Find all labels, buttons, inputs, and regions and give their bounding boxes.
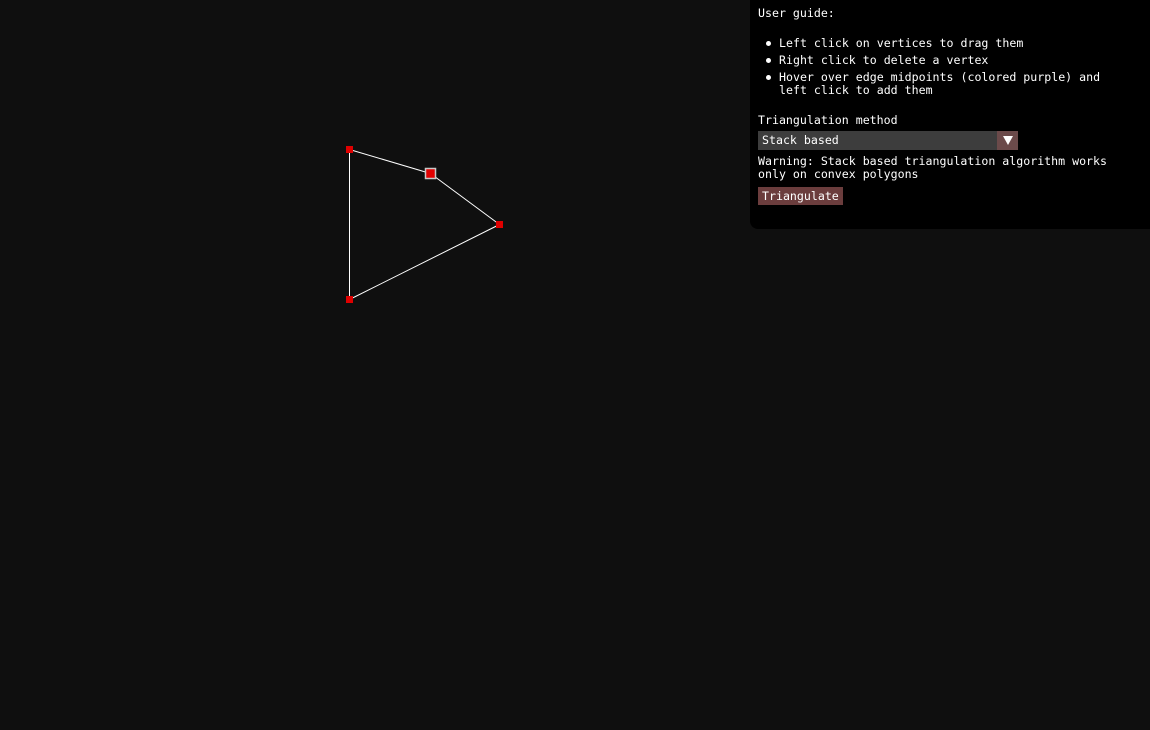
warning-text: Warning: Stack based triangulation algor… <box>758 154 1108 181</box>
polygon-edge <box>430 173 500 225</box>
bullet-icon <box>766 58 771 63</box>
control-panel: User guide: Left click on vertices to dr… <box>750 0 1150 229</box>
guide-item: Right click to delete a vertex <box>758 54 1142 67</box>
dropdown-selected-value: Stack based <box>762 133 839 147</box>
vertex-handle[interactable] <box>346 146 353 153</box>
edge-midpoint-handle[interactable] <box>424 167 437 180</box>
polygon-edge <box>349 149 431 174</box>
polygon-edge <box>349 224 500 300</box>
triangulation-method-label: Triangulation method <box>758 113 898 127</box>
guide-title: User guide: <box>758 6 835 20</box>
triangulation-method-dropdown[interactable]: Stack based <box>758 131 1018 150</box>
guide-item: Left click on vertices to drag them <box>758 37 1142 50</box>
guide-item-text: Right click to delete a vertex <box>779 53 989 67</box>
guide-item: Hover over edge midpoints (colored purpl… <box>758 71 1119 97</box>
guide-list: Left click on vertices to drag them Righ… <box>758 37 1142 97</box>
bullet-icon <box>766 75 771 80</box>
polygon-edges <box>349 149 500 300</box>
bullet-icon <box>766 41 771 46</box>
guide-item-text: Left click on vertices to drag them <box>779 36 1024 50</box>
guide-item-text: Hover over edge midpoints (colored purpl… <box>779 70 1101 97</box>
vertex-handle[interactable] <box>346 296 353 303</box>
chevron-down-icon <box>1002 136 1013 145</box>
polygon-vertices[interactable] <box>346 146 503 303</box>
dropdown-arrow-button[interactable] <box>997 131 1018 150</box>
triangulate-button[interactable]: Triangulate <box>758 187 843 205</box>
vertex-handle[interactable] <box>496 221 503 228</box>
